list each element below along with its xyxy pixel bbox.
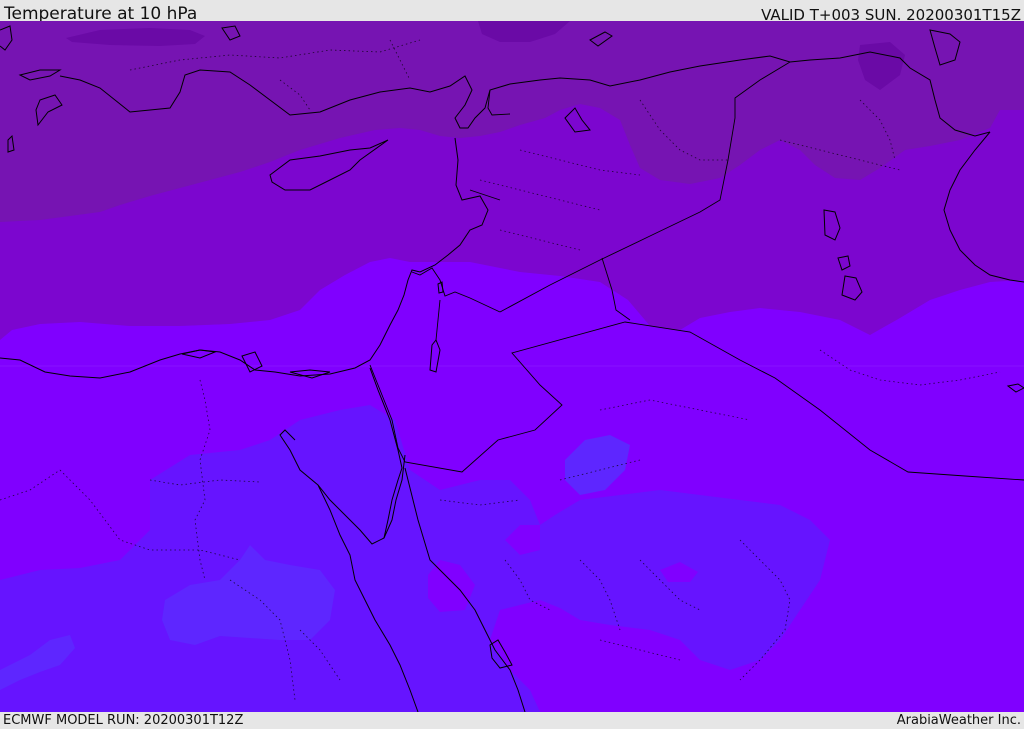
model-run-label: ECMWF MODEL RUN: 20200301T12Z xyxy=(3,713,244,728)
weather-map[interactable] xyxy=(0,21,1024,712)
header-bar: Temperature at 10 hPa VALID T+003 SUN. 2… xyxy=(0,0,1024,24)
footer-bar: ECMWF MODEL RUN: 20200301T12Z ArabiaWeat… xyxy=(0,712,1024,729)
credit-label: ArabiaWeather Inc. xyxy=(896,713,1021,728)
map-canvas xyxy=(0,21,1024,712)
